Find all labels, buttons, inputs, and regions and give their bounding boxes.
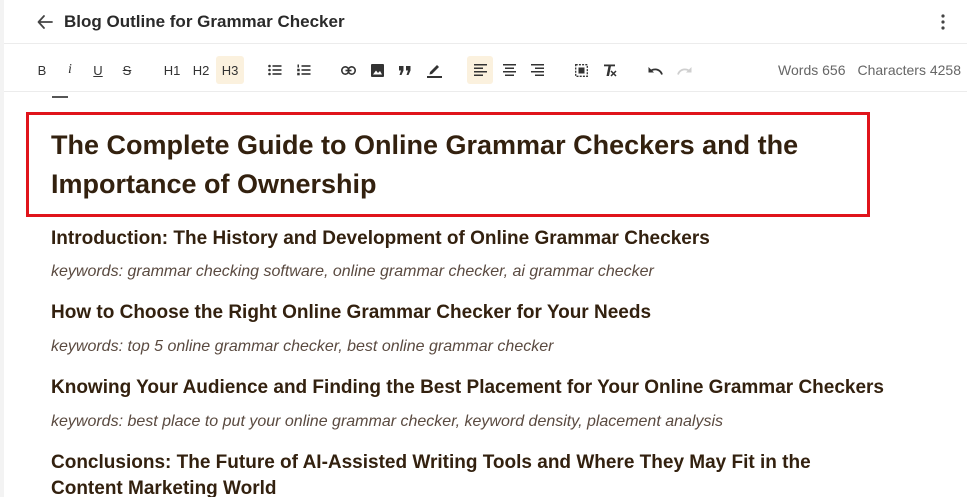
outline-title[interactable]: The Complete Guide to Online Grammar Che…: [51, 126, 851, 204]
word-count: Words 656: [778, 62, 846, 78]
quote-icon: [399, 65, 411, 75]
redo-icon: [676, 66, 691, 75]
undo-button[interactable]: [646, 56, 664, 84]
align-right-icon: [530, 64, 544, 76]
bullet-list-icon: [268, 64, 282, 76]
more-vertical-icon: [941, 14, 945, 30]
align-left-button[interactable]: [467, 56, 493, 84]
quote-button[interactable]: [396, 56, 414, 84]
formatting-toolbar: B i U S H1 H2 H3 Words 656 Characters 42…: [4, 48, 967, 92]
section-heading[interactable]: Knowing Your Audience and Finding the Be…: [51, 375, 884, 401]
back-button[interactable]: [34, 11, 56, 33]
highlight-button[interactable]: [425, 56, 443, 84]
select-all-icon: [574, 63, 588, 77]
bold-button[interactable]: B: [34, 56, 50, 84]
heading3-button[interactable]: H3: [216, 56, 244, 84]
clear-format-button[interactable]: [601, 56, 619, 84]
h2-label: H2: [192, 62, 210, 78]
heading1-button[interactable]: H1: [161, 56, 183, 84]
bullet-list-button[interactable]: [266, 56, 284, 84]
editor-header: Blog Outline for Grammar Checker: [4, 0, 967, 44]
align-left-icon: [473, 64, 487, 76]
numbered-list-icon: [297, 64, 311, 76]
document-stats: Words 656 Characters 4258: [778, 62, 961, 78]
section-heading[interactable]: How to Choose the Right Online Grammar C…: [51, 300, 651, 326]
strikethrough-button[interactable]: S: [119, 56, 135, 84]
align-right-button[interactable]: [528, 56, 546, 84]
section-heading[interactable]: Introduction: The History and Developmen…: [51, 226, 710, 252]
image-button[interactable]: [368, 56, 386, 84]
numbered-list-button[interactable]: [295, 56, 313, 84]
link-button[interactable]: [339, 56, 357, 84]
italic-button[interactable]: i: [62, 56, 78, 84]
section-heading[interactable]: Conclusions: The Future of AI-Assisted W…: [51, 450, 871, 497]
undo-icon: [648, 66, 663, 75]
clear-format-icon: [604, 64, 617, 77]
bold-label: B: [37, 62, 47, 78]
redo-button[interactable]: [675, 56, 693, 84]
h1-label: H1: [163, 62, 181, 78]
section-keywords[interactable]: keywords: best place to put your online …: [51, 413, 723, 431]
image-icon: [370, 63, 384, 77]
document-title: Blog Outline for Grammar Checker: [64, 11, 345, 31]
section-keywords[interactable]: keywords: grammar checking software, onl…: [51, 263, 654, 281]
text-cursor: [52, 96, 68, 98]
link-icon: [340, 65, 356, 75]
character-count: Characters 4258: [857, 62, 961, 78]
italic-label: i: [68, 62, 72, 77]
underline-label: U: [93, 62, 103, 78]
underline-button[interactable]: U: [90, 56, 106, 84]
align-center-icon: [502, 64, 516, 76]
more-options-button[interactable]: [933, 11, 953, 33]
section-keywords[interactable]: keywords: top 5 online grammar checker, …: [51, 338, 553, 356]
align-center-button[interactable]: [500, 56, 518, 84]
arrow-left-icon: [37, 14, 53, 29]
strike-label: S: [122, 62, 132, 78]
h3-label: H3: [221, 62, 239, 78]
editor-content[interactable]: The Complete Guide to Online Grammar Che…: [0, 92, 967, 497]
select-all-button[interactable]: [572, 56, 590, 84]
highlighter-icon: [426, 65, 442, 78]
heading2-button[interactable]: H2: [189, 56, 213, 84]
